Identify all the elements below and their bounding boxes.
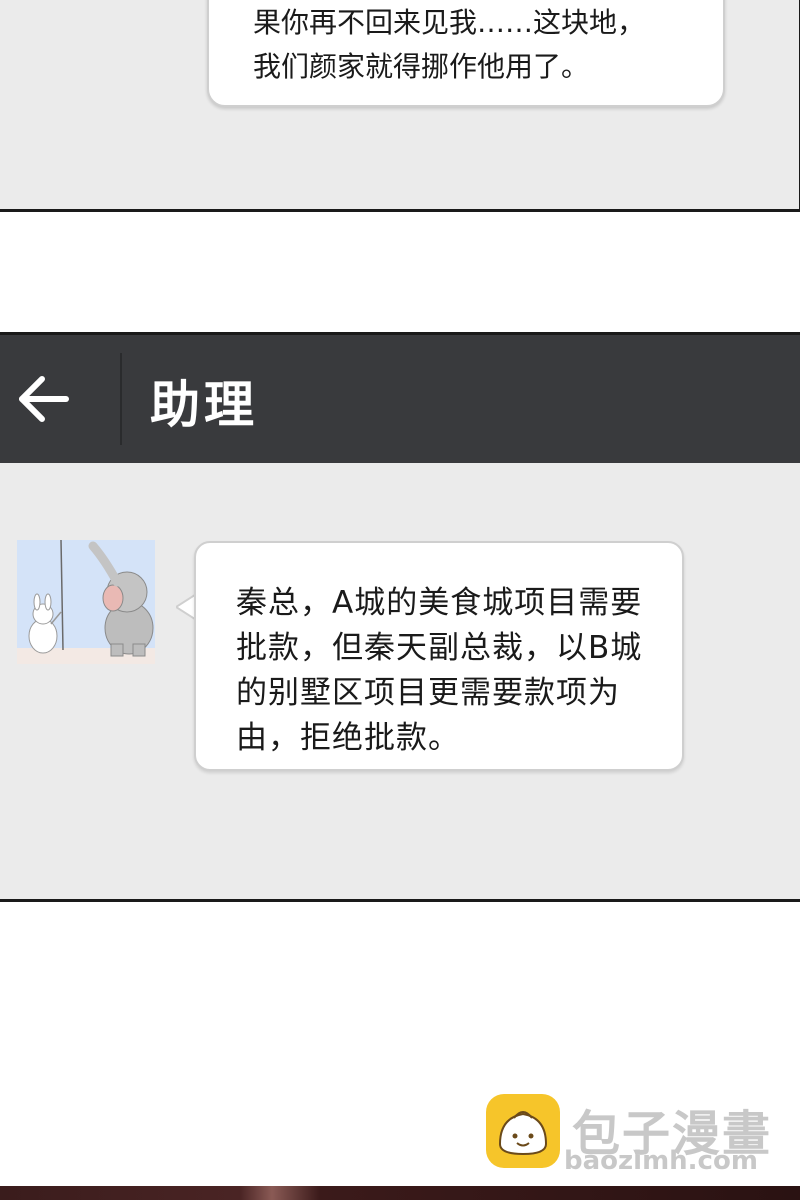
speech-line-2: 我们颜家就得挪作他用了。 <box>253 50 590 83</box>
message-line-3: 的别墅区项目更需要款项为 <box>236 675 620 711</box>
bun-logo-icon <box>486 1094 560 1168</box>
chat-screen: 助理 秦总，A城的美食城项目需要 批款，但秦天副总裁，以B城 的别墅区项目更需要… <box>0 332 800 902</box>
watermark-url: baozimh.com <box>564 1146 758 1176</box>
message-bubble[interactable]: 秦总，A城的美食城项目需要 批款，但秦天副总裁，以B城 的别墅区项目更需要款项为… <box>194 541 684 771</box>
message-line-2: 批款，但秦天副总裁，以B城 <box>236 630 643 666</box>
message-line-4: 由，拒绝批款。 <box>236 720 460 756</box>
contact-avatar[interactable] <box>17 540 155 664</box>
next-panel-edge <box>0 1186 800 1200</box>
header-divider <box>120 353 122 445</box>
back-button[interactable] <box>12 367 76 431</box>
watermark: 包子漫畫 baozimh.com <box>486 1094 786 1184</box>
speech-line-1: 果你再不回来见我……这块地， <box>253 6 646 39</box>
chat-header: 助理 <box>0 335 800 463</box>
message-line-1: 秦总，A城的美食城项目需要 <box>236 585 643 621</box>
arrow-left-icon <box>19 376 69 422</box>
top-comic-panel: 果你再不回来见我……这块地， 我们颜家就得挪作他用了。 <box>0 0 800 212</box>
speech-bubble: 果你再不回来见我……这块地， 我们颜家就得挪作他用了。 <box>207 0 725 107</box>
chat-title: 助理 <box>150 376 258 434</box>
elephant-and-rabbit-avatar <box>17 540 155 664</box>
